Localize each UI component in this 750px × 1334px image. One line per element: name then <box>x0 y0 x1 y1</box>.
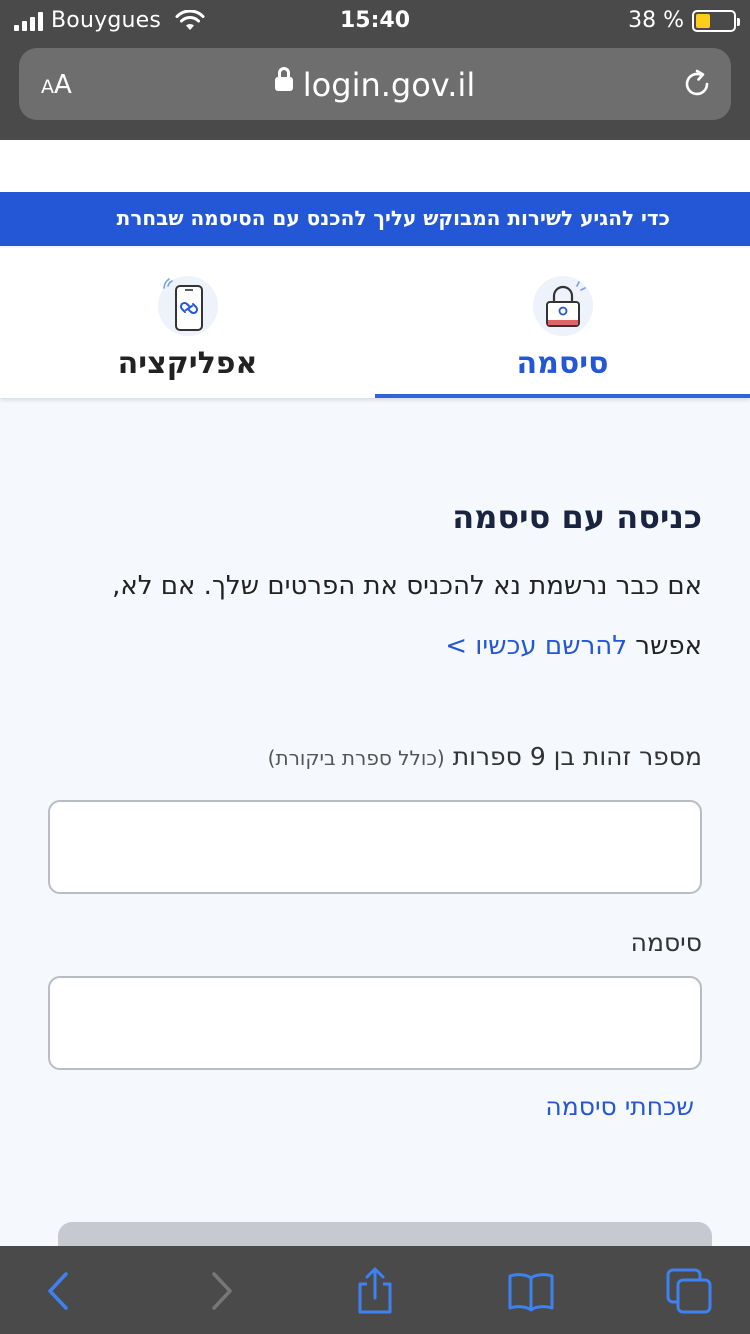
bookmarks-icon[interactable] <box>506 1266 556 1316</box>
url-text: login.gov.il <box>302 66 476 104</box>
tab-application[interactable]: אפליקציה <box>0 248 375 398</box>
forward-icon[interactable] <box>194 1266 244 1316</box>
login-method-tabs: סיסמה אפליקציה <box>0 248 750 398</box>
tabs-icon[interactable] <box>664 1266 714 1316</box>
tab-application-label: אפליקציה <box>117 346 258 381</box>
password-field-label: סיסמה <box>630 928 702 957</box>
lock-icon <box>533 276 593 336</box>
battery-percent: 38 % <box>628 8 684 33</box>
status-bar: Bouygues 15:40 38 % <box>0 0 750 44</box>
register-link[interactable]: להרשם עכשיו > <box>445 631 627 661</box>
id-number-input[interactable] <box>48 800 702 894</box>
id-label-hint: (כולל ספרת ביקורת) <box>267 746 445 770</box>
page-title: כניסה עם סיסמה <box>452 498 702 536</box>
lock-icon <box>274 67 293 91</box>
phone-link-icon <box>158 276 218 336</box>
active-tab-indicator <box>375 394 750 398</box>
id-field-label: מספר זהות בן 9 ספרות (כולל ספרת ביקורת) <box>268 742 702 771</box>
address-bar[interactable]: AA login.gov.il <box>19 48 731 120</box>
battery-icon <box>692 9 740 32</box>
reload-icon[interactable] <box>681 68 713 100</box>
browser-chrome-top: Bouygues 15:40 38 % AA login.gov.il <box>0 0 750 140</box>
back-icon[interactable] <box>36 1266 86 1316</box>
site-header <box>0 140 750 192</box>
password-input[interactable] <box>48 976 702 1070</box>
share-icon[interactable] <box>350 1266 400 1316</box>
url-field[interactable]: login.gov.il <box>19 66 731 104</box>
tab-password-label: סיסמה <box>516 346 609 381</box>
info-banner: כדי להגיע לשירות המבוקש עליך להכנס עם הס… <box>0 192 750 246</box>
forgot-password-link[interactable]: שכחתי סיסמה <box>545 1092 694 1121</box>
id-label-text: מספר זהות בן 9 ספרות <box>452 742 702 771</box>
intro-text: אם כבר נרשמת נא להכניס את הפרטים שלך. אם… <box>48 556 702 676</box>
browser-toolbar <box>0 1246 750 1334</box>
tab-password[interactable]: סיסמה <box>375 248 750 398</box>
status-right: 38 % <box>628 8 740 33</box>
